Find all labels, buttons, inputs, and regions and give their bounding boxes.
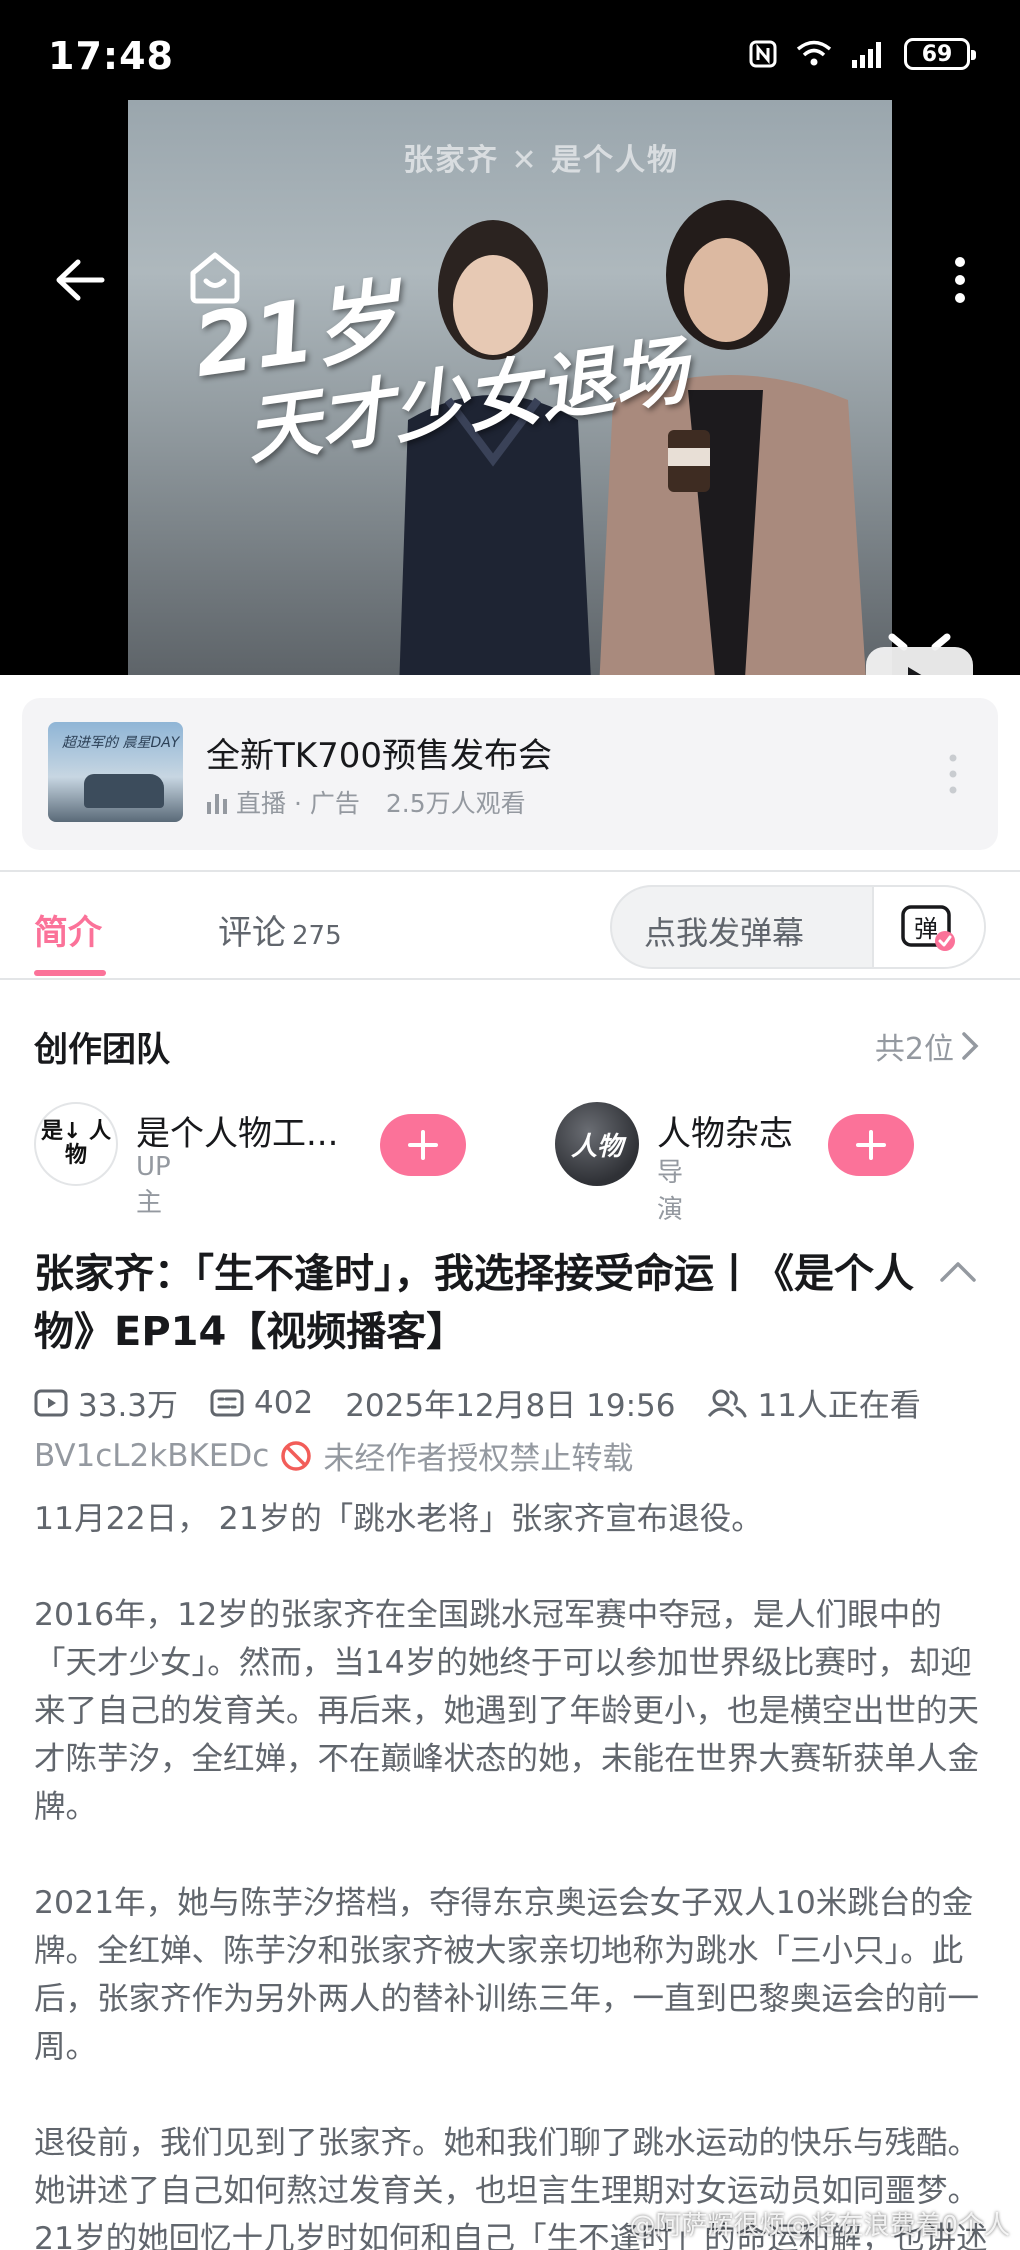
chevron-right-icon xyxy=(962,1032,979,1060)
plus-icon xyxy=(856,1130,886,1160)
back-button[interactable] xyxy=(40,245,120,315)
creator-name[interactable]: 是个人物工... xyxy=(136,1106,338,1155)
chevron-up-icon[interactable] xyxy=(936,1252,980,1292)
play-count-icon xyxy=(34,1389,68,1416)
status-time: 17:48 xyxy=(48,34,174,78)
ad-live-label: 直播 · 广告 xyxy=(236,789,360,818)
tab-comments-count: 275 xyxy=(292,921,342,951)
avatar[interactable]: 是↓ 人物 xyxy=(34,1102,118,1186)
ad-viewers: 2.5万人观看 xyxy=(385,789,526,818)
publish-date: 2025年12月8日 19:56 xyxy=(345,1388,676,1424)
home-icon xyxy=(190,252,240,304)
status-icons: 69 xyxy=(748,38,976,70)
video-ids: BV1cL2kBKEDc 未经作者授权禁止转载 xyxy=(34,1433,633,1478)
battery-level: 69 xyxy=(921,41,953,67)
ad-thumb-text: 超进军的 晨星DAY xyxy=(62,735,180,751)
danmaku-icon: 弹 xyxy=(901,905,955,951)
back-arrow-icon xyxy=(56,259,105,301)
description-paragraph: 2016年，12岁的张家齐在全国跳水冠军赛中夺冠，是人们眼中的「天才少女」。然而… xyxy=(34,1597,980,1825)
video-player[interactable]: 张家齐 ✕ 是个人物 21岁 天才少女退场 xyxy=(0,100,1020,675)
tab-comments-label: 评论 xyxy=(218,913,286,953)
home-button[interactable] xyxy=(178,240,252,314)
copyright-notice: 未经作者授权禁止转载 xyxy=(323,1441,634,1477)
watching-users-icon xyxy=(708,1389,747,1417)
creator-role: UP主 xyxy=(136,1152,171,1218)
danmaku-placeholder: 点我发弹幕 xyxy=(644,914,805,952)
creator-team-count[interactable]: 共2位 xyxy=(875,1024,980,1068)
follow-button[interactable] xyxy=(828,1114,914,1176)
tab-active-indicator xyxy=(34,970,106,976)
ad-card[interactable]: 超进军的 晨星DAY 全新TK700预售发布会 直播 · 广告 2.5万人观看 xyxy=(22,698,998,850)
signal-icon xyxy=(852,42,881,68)
creator-team-title: 创作团队 xyxy=(34,1030,170,1070)
creator-role: 导演 xyxy=(657,1158,684,1225)
danmaku-toggle-button[interactable]: 弹 xyxy=(872,887,984,967)
creator-team-count-label: 共2位 xyxy=(874,1032,954,1067)
tabs-top-divider xyxy=(0,870,1020,872)
danmaku-count: 402 xyxy=(254,1384,314,1421)
battery-icon: 69 xyxy=(904,38,976,70)
creator-name[interactable]: 人物杂志 xyxy=(657,1106,793,1155)
video-stats: 33.3万 402 2025年12月8日 19:56 11人正在看 xyxy=(34,1380,921,1425)
tab-comments[interactable]: 评论 275 xyxy=(218,905,342,954)
wifi-icon xyxy=(796,40,832,66)
tabs-divider xyxy=(0,978,1020,980)
more-options-button[interactable] xyxy=(930,245,990,315)
danmaku-input[interactable]: 点我发弹幕 弹 xyxy=(610,885,986,969)
avatar-text: 是↓ 人物 xyxy=(40,1119,112,1168)
video-title: 张家齐：「生不逢时」，我选择接受命运丨《是个人物》EP14【视频播客】 xyxy=(34,1251,914,1355)
danmaku-icon-text: 弹 xyxy=(914,915,938,943)
danmaku-count-icon xyxy=(210,1389,244,1416)
description-paragraph: 11月22日， 21岁的「跳水老将」张家齐宣布退役。 xyxy=(34,1501,763,1537)
bvid[interactable]: BV1cL2kBKEDc xyxy=(34,1438,269,1474)
avatar[interactable]: 人物 xyxy=(555,1102,639,1186)
bilibili-play-icon[interactable] xyxy=(862,625,977,675)
live-bars-icon xyxy=(207,794,227,814)
video-description: 11月22日， 21岁的「跳水老将」张家齐宣布退役。 2016年，12岁的张家齐… xyxy=(34,1495,994,2250)
video-frame: 张家齐 ✕ 是个人物 21岁 天才少女退场 xyxy=(128,100,892,675)
avatar-text: 人物 xyxy=(570,1131,623,1162)
more-vertical-icon xyxy=(955,257,965,303)
ad-meta: 直播 · 广告 2.5万人观看 xyxy=(206,784,526,820)
status-bar: 17:48 69 xyxy=(0,0,1020,100)
forbidden-icon xyxy=(281,1440,312,1471)
video-brand: 张家齐 ✕ 是个人物 xyxy=(403,143,680,178)
ad-thumbnail: 超进军的 晨星DAY xyxy=(48,722,183,822)
ad-more-icon[interactable] xyxy=(948,752,958,796)
description-paragraph: 2021年，她与陈芋汐搭档，夺得东京奥运会女子双人10米跳台的金牌。全红婵、陈芋… xyxy=(34,1885,980,2065)
view-count: 33.3万 xyxy=(78,1388,179,1424)
watching-count: 11人正在看 xyxy=(757,1388,921,1424)
weibo-watermark: @阿萨辉很烦@将在浪费着0个人 xyxy=(629,2211,1010,2241)
follow-button[interactable] xyxy=(380,1114,466,1176)
ad-title: 全新TK700预售发布会 xyxy=(206,736,552,776)
tab-intro[interactable]: 简介 xyxy=(34,905,102,954)
plus-icon xyxy=(408,1130,438,1160)
nfc-icon xyxy=(749,40,777,68)
